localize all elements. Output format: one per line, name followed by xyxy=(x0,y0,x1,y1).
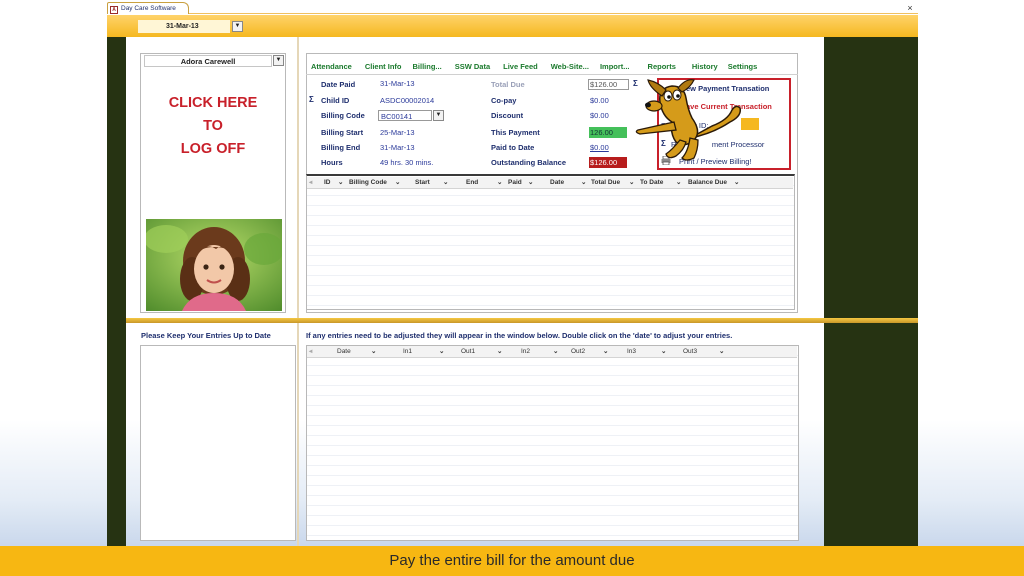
nav-ssw-data[interactable]: SSW Data xyxy=(455,61,490,73)
nav-menu: Attendance Client Info Billing... SSW Da… xyxy=(311,61,757,73)
chevron-down-icon[interactable]: ⌄ xyxy=(676,177,681,188)
column-header-total-due[interactable]: Total Due xyxy=(591,177,620,188)
total-due-field[interactable]: $126.00 xyxy=(588,79,629,90)
nav-billing[interactable]: Billing... xyxy=(413,61,442,73)
billing-history-grid[interactable] xyxy=(306,174,795,310)
chevron-down-icon[interactable]: ⌄ xyxy=(629,177,634,188)
logoff-line-3: LOG OFF xyxy=(180,141,246,157)
nav-history[interactable]: History xyxy=(692,61,718,73)
billing-code-label: Billing Code xyxy=(321,111,365,120)
row-selector-icon: ◂ xyxy=(309,348,313,355)
user-select[interactable]: Adora Carewell xyxy=(144,55,272,67)
chevron-down-icon[interactable]: ⌄ xyxy=(338,177,343,188)
chevron-down-icon[interactable]: ▼ xyxy=(433,110,444,121)
chevron-down-icon[interactable]: ▼ xyxy=(232,21,243,32)
chevron-down-icon[interactable]: ⌄ xyxy=(439,346,444,357)
billing-start-label: Billing Start xyxy=(321,128,364,137)
column-header-out2[interactable]: Out2 xyxy=(571,346,585,357)
keep-entries-label: Please Keep Your Entries Up to Date xyxy=(141,331,271,340)
discount-value[interactable]: $0.00 xyxy=(590,110,609,121)
copay-label: Co-pay xyxy=(491,96,517,105)
nav-settings[interactable]: Settings xyxy=(728,61,758,73)
date-field[interactable]: 31-Mar-13 xyxy=(138,20,230,33)
nav-client-info[interactable]: Client Info xyxy=(365,61,402,73)
column-header-in3[interactable]: In3 xyxy=(627,346,636,357)
app-title: Day Care Software xyxy=(121,5,176,12)
nav-reports[interactable]: Reports xyxy=(648,61,676,73)
column-header-billing-code[interactable]: Billing Code xyxy=(349,177,387,188)
notes-box[interactable] xyxy=(140,345,296,541)
column-header-paid[interactable]: Paid xyxy=(508,177,522,188)
date-paid-value[interactable]: 31-Mar-13 xyxy=(380,78,415,89)
column-header-date[interactable]: Date xyxy=(550,177,564,188)
nav-import[interactable]: Import... xyxy=(600,61,630,73)
chevron-down-icon[interactable]: ⌄ xyxy=(603,346,608,357)
attendance-grid-header: ◂ Date ⌄ In1 ⌄ Out1 ⌄ In2 ⌄ Out2 ⌄ In3 ⌄… xyxy=(307,346,797,358)
billing-end-label: Billing End xyxy=(321,143,361,152)
chevron-down-icon[interactable]: ⌄ xyxy=(719,346,724,357)
right-border xyxy=(824,37,918,546)
outstanding-balance-field: $126.00 xyxy=(589,157,627,168)
close-button[interactable]: × xyxy=(904,2,916,14)
column-header-out3[interactable]: Out3 xyxy=(683,346,697,357)
billing-end-value[interactable]: 31-Mar-13 xyxy=(380,142,415,153)
billing-code-select[interactable]: BC00141 xyxy=(378,110,432,121)
chevron-down-icon[interactable]: ⌄ xyxy=(497,346,502,357)
chevron-down-icon[interactable]: ⌄ xyxy=(581,177,586,188)
nav-underline xyxy=(306,74,798,75)
sigma-icon[interactable]: Σ xyxy=(309,95,314,104)
column-header-in2[interactable]: In2 xyxy=(521,346,530,357)
column-header-start[interactable]: Start xyxy=(415,177,430,188)
vertical-divider xyxy=(297,37,299,546)
date-paid-label: Date Paid xyxy=(321,80,356,89)
chevron-down-icon[interactable]: ⌄ xyxy=(395,177,400,188)
chevron-down-icon[interactable]: ⌄ xyxy=(734,177,739,188)
left-border xyxy=(107,37,126,546)
child-photo xyxy=(146,219,282,311)
column-header-in1[interactable]: In1 xyxy=(403,346,412,357)
child-id-value[interactable]: ASDC00002014 xyxy=(380,95,434,106)
this-payment-field[interactable]: 126.00 xyxy=(589,127,627,138)
chevron-down-icon[interactable]: ⌄ xyxy=(661,346,666,357)
paid-to-date-value: $0.00 xyxy=(590,143,609,152)
nav-attendance[interactable]: Attendance xyxy=(311,61,352,73)
app-tab[interactable]: A Day Care Software xyxy=(107,2,189,14)
chevron-down-icon[interactable]: ⌄ xyxy=(528,177,533,188)
column-header-balance-due[interactable]: Balance Due xyxy=(688,177,727,188)
row-selector-icon: ◂ xyxy=(309,179,313,186)
column-header-out1[interactable]: Out1 xyxy=(461,346,475,357)
paid-to-date-label: Paid to Date xyxy=(491,143,535,152)
nav-web-site[interactable]: Web-Site... xyxy=(551,61,589,73)
chevron-down-icon[interactable]: ▼ xyxy=(273,55,284,66)
billing-start-value[interactable]: 25-Mar-13 xyxy=(380,127,415,138)
column-header-id[interactable]: ID xyxy=(324,177,331,188)
copay-value[interactable]: $0.00 xyxy=(590,95,609,106)
column-header-to-date[interactable]: To Date xyxy=(640,177,663,188)
total-due-label: Total Due xyxy=(491,80,525,89)
logoff-line-1: CLICK HERE xyxy=(168,95,258,111)
nav-live-feed[interactable]: Live Feed xyxy=(503,61,538,73)
this-payment-label: This Payment xyxy=(491,128,540,137)
adjust-entries-label: If any entries need to be adjusted they … xyxy=(306,331,733,340)
hours-value: 49 hrs. 30 mins. xyxy=(380,158,434,167)
footer-caption: Pay the entire bill for the amount due xyxy=(0,546,1024,576)
billing-grid-header: ◂ ID ⌄ Billing Code ⌄ Start ⌄ End ⌄ Paid… xyxy=(307,177,793,189)
chevron-down-icon[interactable]: ⌄ xyxy=(553,346,558,357)
outstanding-label: Outstanding Balance xyxy=(491,158,567,167)
chevron-down-icon[interactable]: ⌄ xyxy=(443,177,448,188)
app-icon: A xyxy=(110,6,118,14)
column-header-end[interactable]: End xyxy=(466,177,478,188)
logoff-line-2: TO xyxy=(203,118,223,134)
section-divider xyxy=(126,318,918,323)
logoff-button[interactable]: CLICK HERE TO LOG OFF xyxy=(160,92,266,161)
chevron-down-icon[interactable]: ⌄ xyxy=(371,346,376,357)
title-bar xyxy=(107,2,918,14)
attendance-adjust-grid[interactable] xyxy=(306,345,799,541)
child-id-label: Child ID xyxy=(321,96,350,105)
hours-label: Hours xyxy=(321,158,343,167)
mascot-illustration xyxy=(632,78,748,164)
discount-label: Discount xyxy=(491,111,524,120)
chevron-down-icon[interactable]: ⌄ xyxy=(497,177,502,188)
column-header-date[interactable]: Date xyxy=(337,346,351,357)
